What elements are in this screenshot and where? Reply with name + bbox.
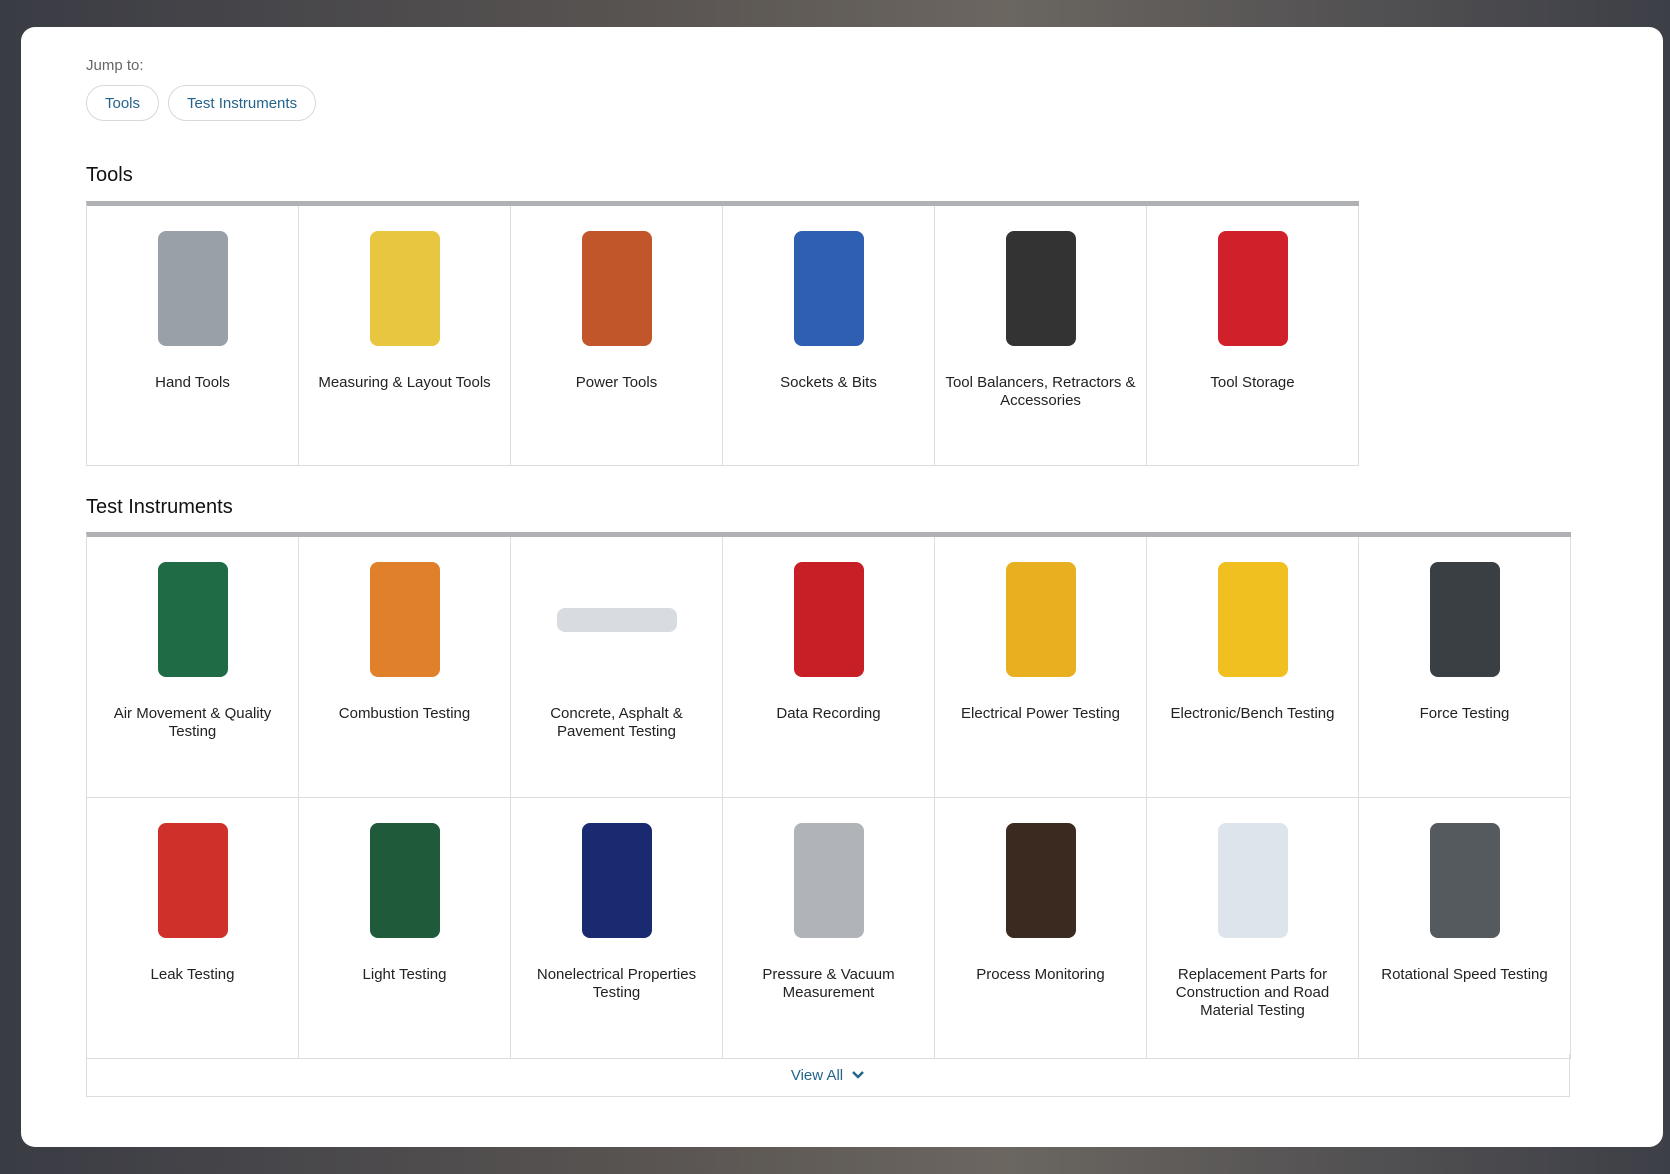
panel-meter-icon	[976, 818, 1106, 943]
category-label: Electrical Power Testing	[961, 705, 1120, 722]
category-label: Replacement Parts for Construction and R…	[1175, 966, 1330, 1019]
pressure-gauge-icon	[764, 818, 894, 943]
category-label: Nonelectrical Properties Testing	[536, 966, 697, 1001]
category-tile[interactable]: Rotational Speed Testing	[1359, 798, 1571, 1059]
category-label: Data Recording	[776, 705, 881, 722]
category-label: Leak Testing	[150, 966, 235, 983]
category-tile[interactable]: Process Monitoring	[935, 798, 1147, 1059]
view-all-label: View All	[790, 1066, 844, 1084]
category-tile[interactable]: Replacement Parts for Construction and R…	[1147, 798, 1359, 1059]
category-label: Tool Balancers, Retractors & Accessories	[945, 374, 1136, 409]
force-gauge-icon	[1400, 557, 1530, 682]
category-tile[interactable]: Electrical Power Testing	[935, 537, 1147, 798]
datalogger-icon	[764, 557, 894, 682]
jump-link-tools[interactable]: Tools	[86, 85, 160, 121]
category-tile[interactable]: Combustion Testing	[299, 537, 511, 798]
category-label: Pressure & Vacuum Measurement	[762, 966, 895, 1001]
category-label: Measuring & Layout Tools	[318, 374, 491, 391]
category-tile[interactable]: Tool Balancers, Retractors & Accessories	[935, 206, 1147, 466]
test-instruments-grid: Air Movement & Quality Testing Combustion…	[86, 532, 1571, 1059]
tool-chest-icon	[1188, 226, 1318, 351]
category-tile[interactable]: Power Tools	[511, 206, 723, 466]
category-tile[interactable]: Nonelectrical Properties Testing	[511, 798, 723, 1059]
category-card: Jump to: Tools Test Instruments Tools Ha…	[21, 27, 1663, 1147]
category-tile[interactable]: Pressure & Vacuum Measurement	[723, 798, 935, 1059]
jump-link-test-instruments[interactable]: Test Instruments	[168, 85, 317, 121]
category-tile[interactable]: Sockets & Bits	[723, 206, 935, 466]
socket-set-icon	[764, 226, 894, 351]
category-label: Hand Tools	[155, 374, 230, 391]
anemometer-icon	[128, 557, 258, 682]
category-tile[interactable]: Tool Storage	[1147, 206, 1359, 466]
category-tile[interactable]: Leak Testing	[87, 798, 299, 1059]
multimeter-icon	[976, 557, 1106, 682]
gauge-strip-icon	[552, 557, 682, 682]
category-tile[interactable]: Data Recording	[723, 537, 935, 798]
drill-icon	[552, 226, 682, 351]
radiation-meter-icon	[552, 818, 682, 943]
category-tile[interactable]: Electronic/Bench Testing	[1147, 537, 1359, 798]
category-label: Sockets & Bits	[780, 374, 877, 391]
category-label: Force Testing	[1419, 705, 1510, 722]
parts-box-icon	[1188, 818, 1318, 943]
view-all-button[interactable]: View All	[86, 1054, 1570, 1097]
category-label: Rotational Speed Testing	[1381, 966, 1548, 983]
category-tile[interactable]: Hand Tools	[87, 206, 299, 466]
category-tile[interactable]: Light Testing	[299, 798, 511, 1059]
combustion-analyzer-icon	[340, 557, 470, 682]
jump-to-links: Tools Test Instruments	[86, 85, 317, 121]
tools-grid: Hand Tools Measuring & Layout Tools Power …	[86, 201, 1359, 466]
leak-detector-icon	[128, 818, 258, 943]
category-label: Air Movement & Quality Testing	[113, 705, 272, 740]
section-title-tools: Tools	[86, 164, 133, 186]
category-tile[interactable]: Concrete, Asphalt & Pavement Testing	[511, 537, 723, 798]
chevron-down-icon	[852, 1071, 865, 1079]
jump-to-label: Jump to:	[86, 57, 144, 74]
category-tile[interactable]: Measuring & Layout Tools	[299, 206, 511, 466]
category-tile[interactable]: Air Movement & Quality Testing	[87, 537, 299, 798]
category-label: Light Testing	[362, 966, 447, 983]
category-label: Process Monitoring	[976, 966, 1105, 983]
balancer-icon	[976, 226, 1106, 351]
pliers-icon	[128, 226, 258, 351]
category-label: Power Tools	[575, 374, 658, 391]
tape-measure-icon	[340, 226, 470, 351]
category-label: Concrete, Asphalt & Pavement Testing	[550, 705, 683, 740]
tachometer-icon	[1400, 818, 1530, 943]
category-tile[interactable]: Force Testing	[1359, 537, 1571, 798]
category-label: Combustion Testing	[338, 705, 471, 722]
category-label: Tool Storage	[1210, 374, 1295, 391]
section-title-test-instruments: Test Instruments	[86, 496, 233, 518]
light-meter-icon	[340, 818, 470, 943]
oscilloscope-icon	[1188, 557, 1318, 682]
category-label: Electronic/Bench Testing	[1170, 705, 1335, 722]
